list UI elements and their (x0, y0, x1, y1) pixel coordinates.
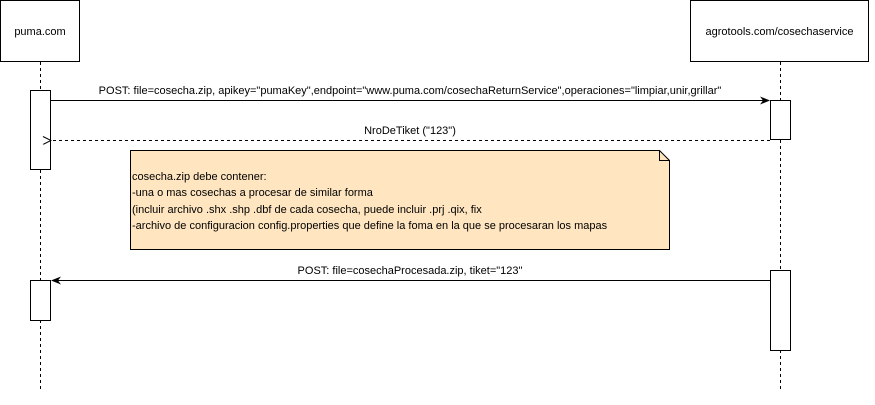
note-line-3: (incluir archivo .shx .shp .dbf de cada … (132, 204, 482, 216)
message-response: NroDeTiket ("123") (51, 125, 770, 141)
participant-puma-label: puma.com (14, 26, 65, 38)
message-callback: POST: file=cosechaProcesada.zip, tiket="… (51, 265, 770, 285)
sequence-diagram: puma.com agrotools.com/cosechaservice PO… (0, 0, 869, 390)
participant-agrotools-label: agrotools.com/cosechaservice (706, 26, 854, 38)
activation-puma-2 (30, 280, 51, 321)
message-callback-label: POST: file=cosechaProcesada.zip, tiket="… (298, 265, 523, 277)
participant-puma[interactable]: puma.com (0, 0, 80, 62)
note-line-2: -una o mas cosechas a procesar de simila… (132, 187, 374, 199)
note-shape (130, 150, 670, 250)
activation-puma-1 (30, 90, 51, 170)
activation-agrotools-2 (770, 270, 791, 351)
message-request-label: POST: file=cosecha.zip, apikey="pumaKey"… (99, 85, 722, 97)
note-line-4: -archivo de configuracion config.propert… (132, 220, 608, 232)
message-response-label: NroDeTiket ("123") (364, 125, 456, 137)
note: cosecha.zip debe contener: -una o mas co… (130, 150, 670, 250)
activation-agrotools-1 (770, 100, 791, 140)
message-request: POST: file=cosecha.zip, apikey="pumaKey"… (51, 85, 770, 105)
note-line-1: cosecha.zip debe contener: (132, 171, 267, 183)
participant-agrotools[interactable]: agrotools.com/cosechaservice (690, 0, 869, 62)
